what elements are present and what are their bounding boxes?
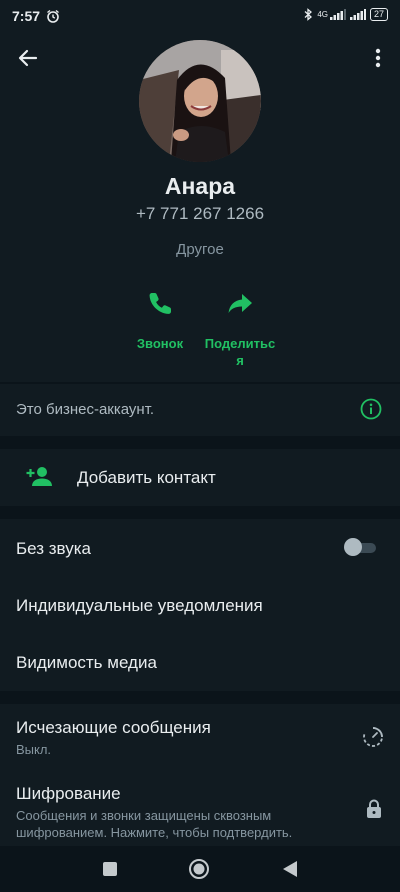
signal-icon-2 <box>349 9 366 20</box>
more-options-icon[interactable] <box>370 44 386 72</box>
back-nav-icon[interactable] <box>282 860 298 878</box>
encryption-row[interactable]: Шифрование Сообщения и звонки защищены с… <box>0 770 400 846</box>
business-account-row[interactable]: Это бизнес-аккаунт. <box>0 384 400 436</box>
alarm-icon <box>47 9 59 23</box>
share-button[interactable]: Поделиться <box>195 288 285 369</box>
mute-row[interactable]: Без звука <box>0 519 400 576</box>
signal-icon <box>329 9 346 20</box>
back-arrow-icon[interactable] <box>14 44 42 72</box>
disappearing-messages-row[interactable]: Исчезающие сообщения Выкл. <box>0 704 400 770</box>
mute-label: Без звука <box>16 539 91 558</box>
share-label: Поделиться <box>204 336 276 368</box>
business-account-text: Это бизнес-аккаунт. <box>16 401 155 418</box>
share-icon <box>228 294 252 313</box>
status-time: 7:57 <box>12 8 41 24</box>
status-icons: 4G 27 <box>304 8 388 21</box>
add-person-icon <box>26 467 52 486</box>
contact-settings-section: Без звука Индивидуальные уведомления Вид… <box>0 519 400 691</box>
info-icon[interactable] <box>360 398 382 420</box>
contact-name: Анара <box>164 173 236 199</box>
network-type: 4G <box>317 10 328 19</box>
bluetooth-icon <box>304 8 313 21</box>
contact-label: Другое <box>176 241 224 258</box>
profile-header: Анара +7 771 267 1266 Другое Звонок Поде… <box>0 30 400 382</box>
add-contact-row[interactable]: Добавить контакт <box>0 449 400 506</box>
encryption-title: Шифрование <box>16 784 121 803</box>
contact-phone: +7 771 267 1266 <box>135 204 265 223</box>
disappearing-messages-title: Исчезающие сообщения <box>16 718 211 737</box>
custom-notifications-row[interactable]: Индивидуальные уведомления <box>0 576 400 634</box>
recents-icon[interactable] <box>102 861 118 877</box>
call-button[interactable]: Звонок <box>115 288 205 352</box>
call-label: Звонок <box>136 336 184 351</box>
mute-toggle[interactable] <box>344 538 378 556</box>
battery-indicator: 27 <box>369 8 388 21</box>
status-bar: 7:57 4G 27 <box>0 0 400 30</box>
phone-icon <box>149 293 171 314</box>
media-visibility-row[interactable]: Видимость медиа <box>0 634 400 691</box>
lock-icon <box>367 799 381 818</box>
privacy-section: Исчезающие сообщения Выкл. Шифрование Со… <box>0 704 400 846</box>
system-nav-bar <box>0 846 400 892</box>
home-icon[interactable] <box>188 858 210 880</box>
media-visibility-label: Видимость медиа <box>16 653 157 672</box>
disappearing-messages-value: Выкл. <box>16 742 52 757</box>
avatar[interactable] <box>139 40 261 162</box>
add-contact-label: Добавить контакт <box>77 468 216 487</box>
custom-notifications-label: Индивидуальные уведомления <box>16 596 263 615</box>
timer-icon <box>363 727 383 747</box>
encryption-description: Сообщения и звонки защищены сквозным шиф… <box>16 808 293 840</box>
